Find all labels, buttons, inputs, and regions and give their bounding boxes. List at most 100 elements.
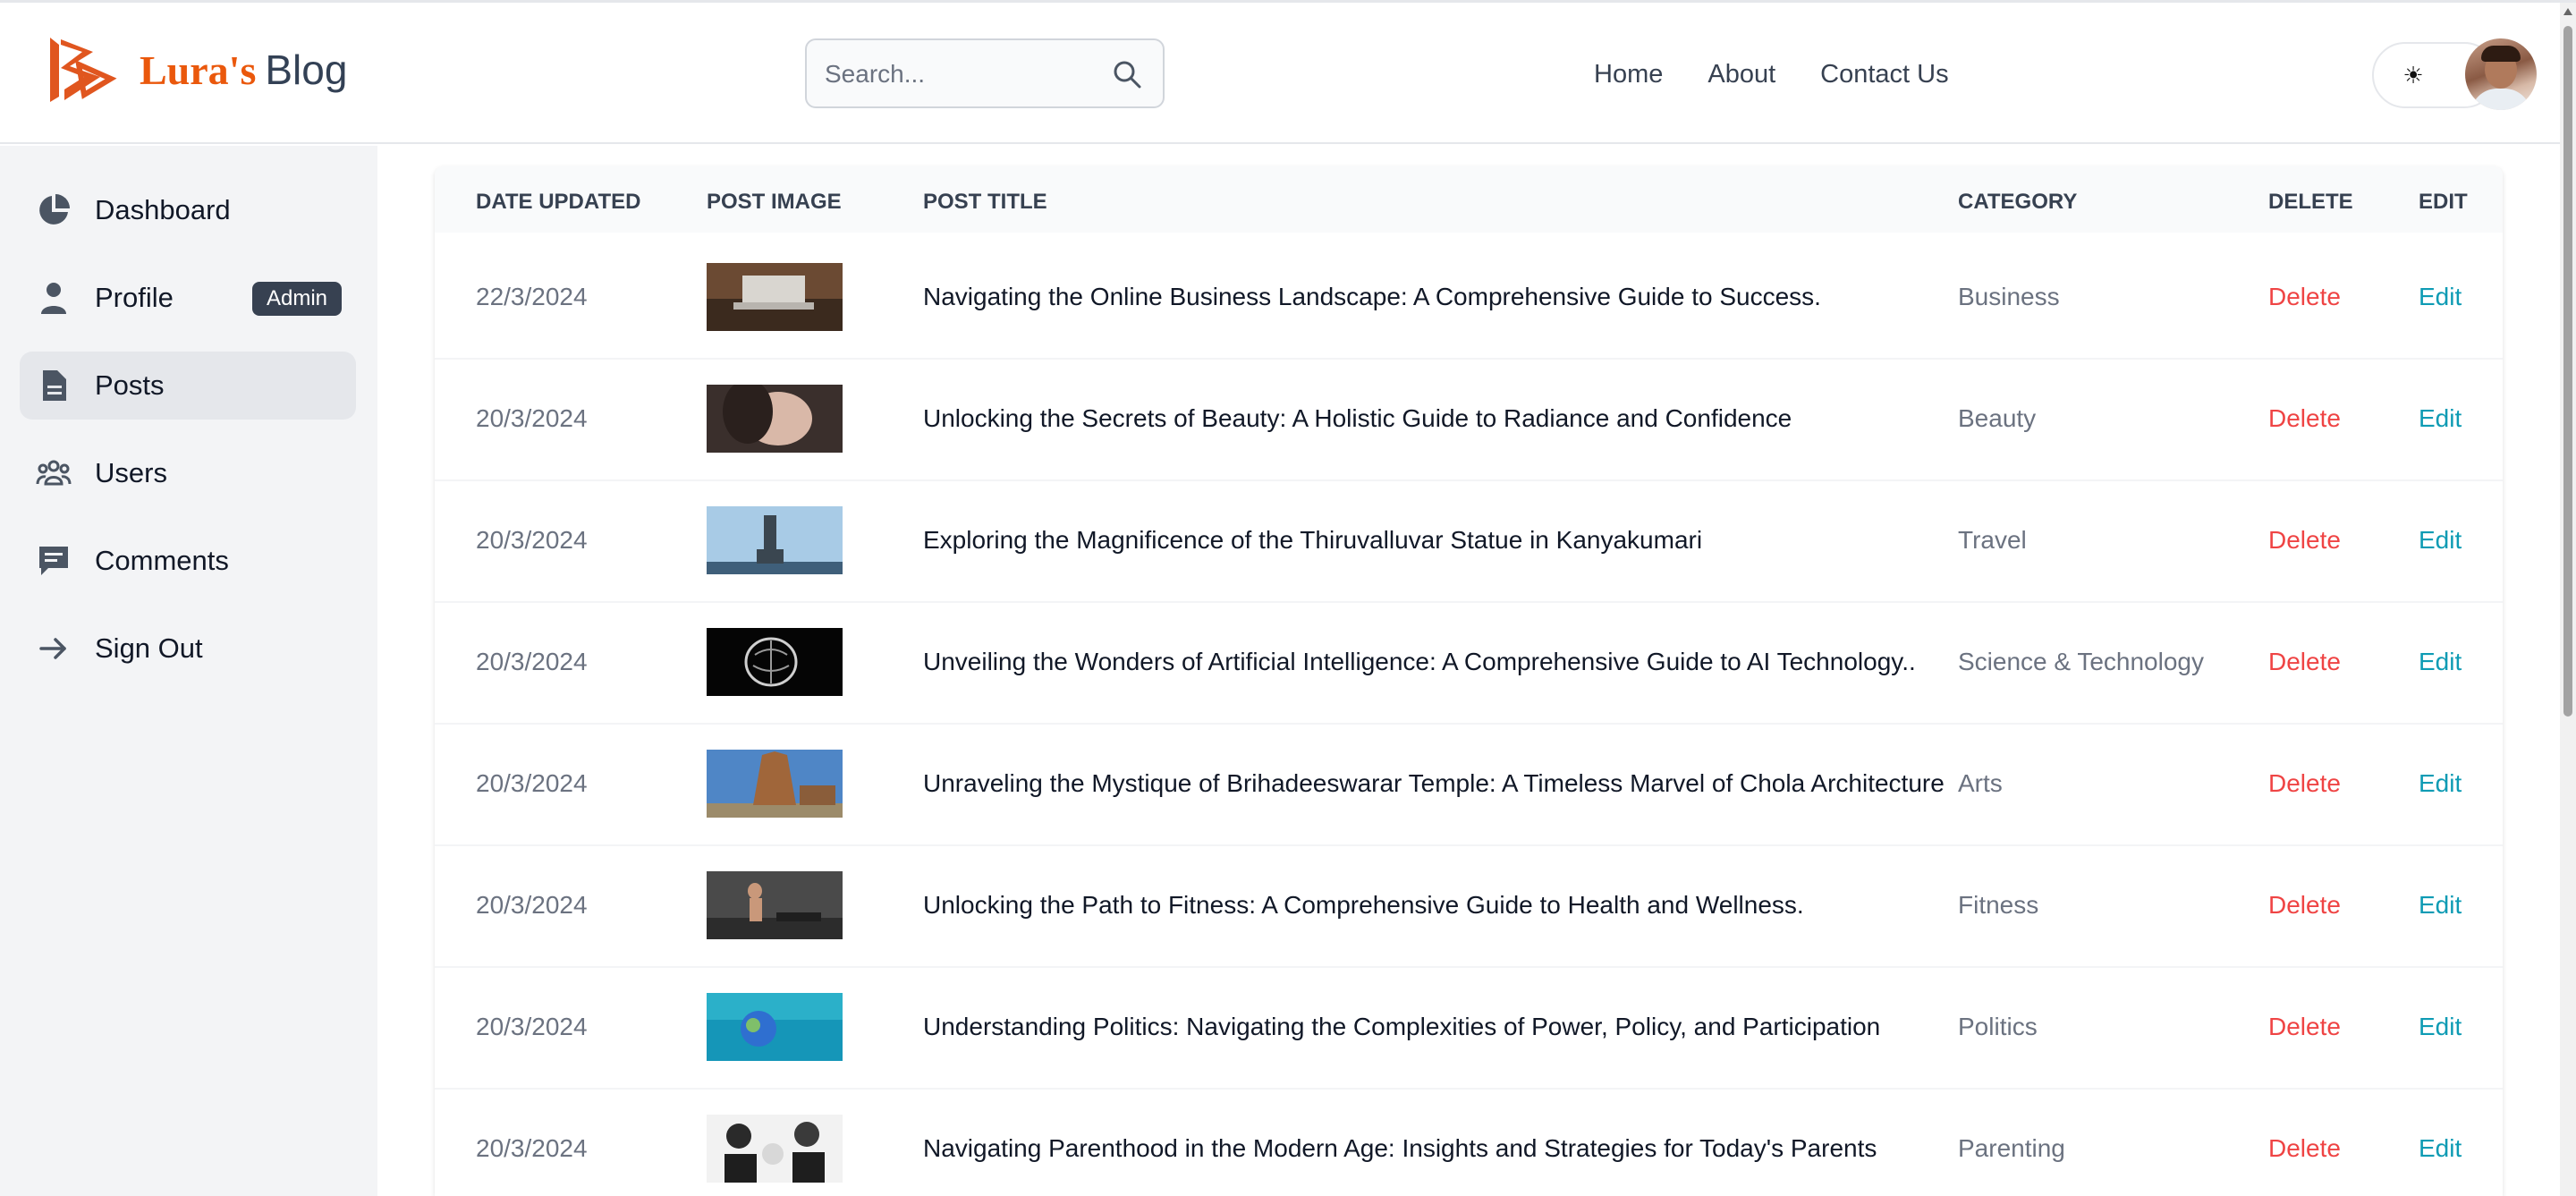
table-row: 20/3/2024 Navigating Parenthood in the M… <box>435 1088 2503 1196</box>
edit-link[interactable]: Edit <box>2419 1134 2462 1163</box>
nav-home[interactable]: Home <box>1594 60 1663 89</box>
avatar-shirt <box>2470 89 2531 110</box>
post-title[interactable]: Unlocking the Path to Fitness: A Compreh… <box>923 891 1804 920</box>
avatar[interactable] <box>2465 38 2537 110</box>
table-row: 22/3/2024 Navigating the Online Business… <box>435 236 2503 360</box>
column-header-date: DATE UPDATED <box>476 190 641 214</box>
sidebar-item-label: Dashboard <box>95 194 231 225</box>
post-date: 20/3/2024 <box>476 526 588 554</box>
page-scrollbar[interactable] <box>2560 3 2576 1196</box>
comment-icon <box>39 547 68 575</box>
column-header-title: POST TITLE <box>923 190 1047 214</box>
post-thumbnail <box>707 263 843 331</box>
sidebar-item-label: Posts <box>95 369 165 401</box>
post-date: 20/3/2024 <box>476 769 588 797</box>
user-icon <box>41 283 66 314</box>
column-header-edit: EDIT <box>2419 190 2468 214</box>
post-title[interactable]: Navigating Parenthood in the Modern Age:… <box>923 1134 1877 1163</box>
sidebar-item-users[interactable]: Users <box>20 439 356 507</box>
post-category: Beauty <box>1958 404 2037 432</box>
arrow-right-icon <box>39 638 66 659</box>
post-image[interactable] <box>707 628 843 696</box>
post-image[interactable] <box>707 385 843 453</box>
avatar-hair <box>2481 46 2521 62</box>
nav-about[interactable]: About <box>1707 60 1775 89</box>
post-category: Business <box>1958 283 2060 310</box>
post-image[interactable] <box>707 871 843 939</box>
delete-link[interactable]: Delete <box>2268 526 2341 555</box>
post-thumbnail <box>707 385 843 453</box>
brand-part-2: Blog <box>265 47 348 93</box>
post-date: 20/3/2024 <box>476 1013 588 1040</box>
post-title[interactable]: Unveiling the Wonders of Artificial Inte… <box>923 648 1916 676</box>
delete-link[interactable]: Delete <box>2268 648 2341 676</box>
delete-link[interactable]: Delete <box>2268 1134 2341 1163</box>
sun-icon: ☀ <box>2402 61 2424 89</box>
table-row: 20/3/2024 Unraveling the Mystique of Bri… <box>435 723 2503 846</box>
role-badge: Admin <box>251 282 342 316</box>
edit-link[interactable]: Edit <box>2419 648 2462 676</box>
delete-link[interactable]: Delete <box>2268 1013 2341 1041</box>
post-category: Science & Technology <box>1958 648 2204 675</box>
table-row: 20/3/2024 Unveiling the Wonders of Artif… <box>435 601 2503 725</box>
post-thumbnail <box>707 750 843 818</box>
post-thumbnail <box>707 1115 843 1183</box>
column-header-delete: DELETE <box>2268 190 2353 214</box>
post-title[interactable]: Unlocking the Secrets of Beauty: A Holis… <box>923 404 1792 433</box>
sidebar-item-dashboard[interactable]: Dashboard <box>20 176 356 244</box>
search-icon[interactable] <box>1111 58 1143 90</box>
post-image[interactable] <box>707 993 843 1061</box>
post-category: Fitness <box>1958 891 2039 919</box>
sidebar-item-profile[interactable]: Profile Admin <box>20 264 356 332</box>
edit-link[interactable]: Edit <box>2419 891 2462 920</box>
sidebar-item-label: Sign Out <box>95 632 203 664</box>
users-icon <box>36 460 72 486</box>
delete-link[interactable]: Delete <box>2268 891 2341 920</box>
edit-link[interactable]: Edit <box>2419 769 2462 798</box>
post-category: Politics <box>1958 1013 2038 1040</box>
table-row: 20/3/2024 Exploring the Magnificence of … <box>435 479 2503 603</box>
sidebar-item-sign-out[interactable]: Sign Out <box>20 615 356 683</box>
edit-link[interactable]: Edit <box>2419 1013 2462 1041</box>
site-header: Lura'sBlog Home About Contact Us ☀ <box>0 3 2560 144</box>
delete-link[interactable]: Delete <box>2268 404 2341 433</box>
brand-part-1: Lura's <box>140 47 257 93</box>
post-title[interactable]: Understanding Politics: Navigating the C… <box>923 1013 1880 1041</box>
logo[interactable]: Lura's Blog <box>43 32 347 107</box>
post-category: Parenting <box>1958 1134 2065 1162</box>
sidebar-item-label: Profile <box>95 282 174 313</box>
post-image[interactable] <box>707 1115 843 1183</box>
sidebar: Dashboard Profile Admin Posts Users Comm… <box>0 146 377 1196</box>
post-title[interactable]: Navigating the Online Business Landscape… <box>923 283 1821 311</box>
delete-link[interactable]: Delete <box>2268 283 2341 311</box>
edit-link[interactable]: Edit <box>2419 283 2462 311</box>
sidebar-item-posts[interactable]: Posts <box>20 352 356 420</box>
scrollbar-thumb[interactable] <box>2563 26 2572 717</box>
post-image[interactable] <box>707 506 843 574</box>
post-thumbnail <box>707 871 843 939</box>
post-title[interactable]: Exploring the Magnificence of the Thiruv… <box>923 526 1702 555</box>
delete-link[interactable]: Delete <box>2268 769 2341 798</box>
main-nav: Home About Contact Us <box>1594 60 1949 89</box>
scroll-up-arrow-icon[interactable] <box>2563 8 2572 15</box>
table-header: DATE UPDATED POST IMAGE POST TITLE CATEG… <box>435 166 2503 233</box>
post-thumbnail <box>707 993 843 1061</box>
post-title[interactable]: Unraveling the Mystique of Brihadeeswara… <box>923 769 1945 798</box>
table-row: 20/3/2024 Understanding Politics: Naviga… <box>435 966 2503 1090</box>
column-header-image: POST IMAGE <box>707 190 842 214</box>
sidebar-item-comments[interactable]: Comments <box>20 527 356 595</box>
table-row: 20/3/2024 Unlocking the Secrets of Beaut… <box>435 358 2503 481</box>
search-input[interactable] <box>823 53 1095 96</box>
post-date: 22/3/2024 <box>476 283 588 310</box>
table-row: 20/3/2024 Unlocking the Path to Fitness:… <box>435 844 2503 968</box>
post-image[interactable] <box>707 750 843 818</box>
post-image[interactable] <box>707 263 843 331</box>
post-date: 20/3/2024 <box>476 404 588 432</box>
edit-link[interactable]: Edit <box>2419 404 2462 433</box>
post-date: 20/3/2024 <box>476 891 588 919</box>
logo-icon <box>50 38 117 102</box>
nav-contact-us[interactable]: Contact Us <box>1820 60 1948 89</box>
edit-link[interactable]: Edit <box>2419 526 2462 555</box>
search-box <box>805 38 1165 108</box>
pie-chart-icon <box>39 194 70 225</box>
